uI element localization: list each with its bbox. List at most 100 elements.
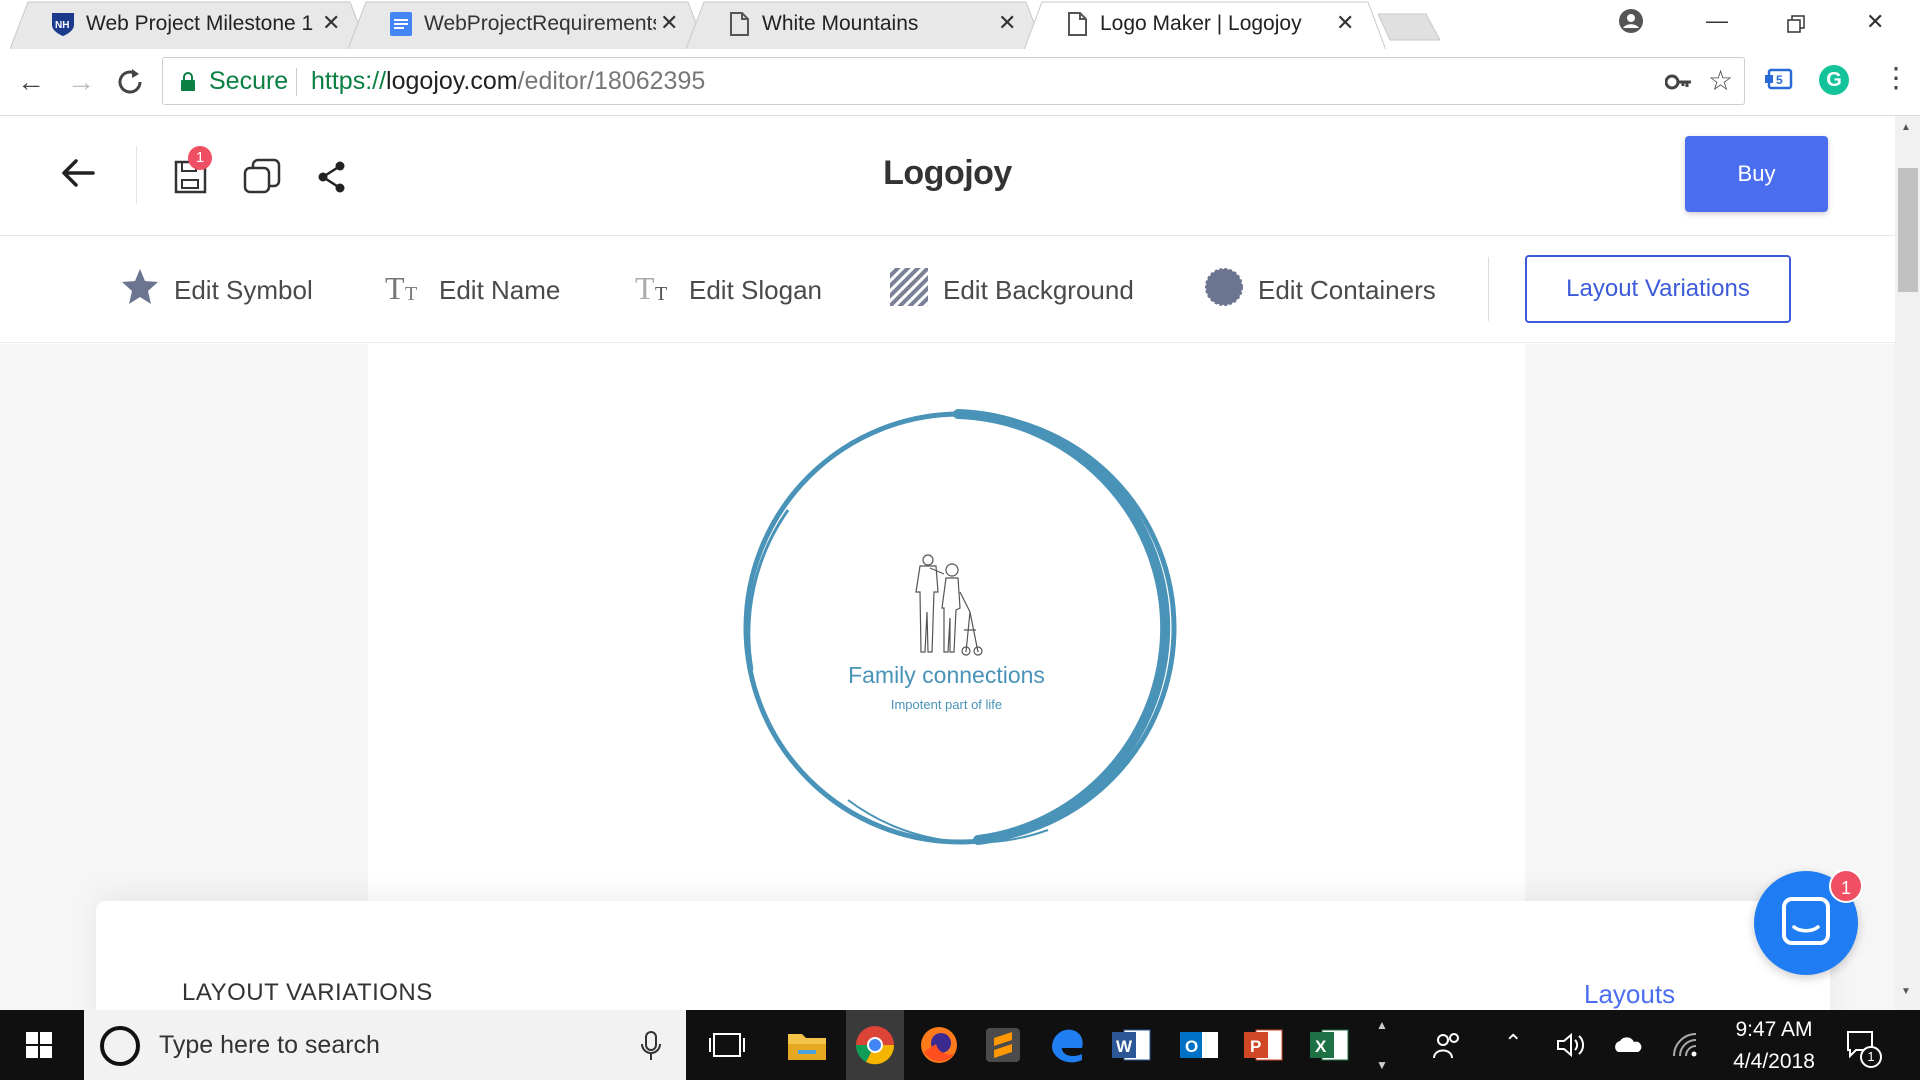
svg-text:X: X [1315, 1037, 1327, 1056]
excel-icon[interactable]: X [1306, 1022, 1352, 1068]
volume-icon[interactable] [1556, 1032, 1586, 1063]
svg-text:T: T [635, 271, 655, 303]
tab-title: Web Project Milestone 1 [86, 12, 314, 35]
tab-web-project-milestone[interactable]: NH Web Project Milestone 1 ✕ [10, 0, 368, 49]
chrome-menu-icon[interactable]: ⋮ [1882, 61, 1910, 94]
tab-close-icon[interactable]: ✕ [1336, 12, 1354, 34]
restore-icon[interactable] [1786, 14, 1806, 39]
tab-close-icon[interactable]: ✕ [322, 12, 340, 34]
search-placeholder: Type here to search [159, 1031, 380, 1059]
clock-date[interactable]: 4/4/2018 [1728, 1050, 1820, 1074]
edit-containers-label: Edit Containers [1258, 274, 1436, 305]
show-hidden-icons-icon[interactable]: ⌃ [1504, 1030, 1522, 1056]
tab-web-project-requirements[interactable]: WebProjectRequirements ✕ [348, 0, 706, 49]
text-size-icon: TT [385, 270, 425, 310]
lock-icon [179, 71, 197, 98]
chat-notification-badge: 1 [1829, 869, 1863, 903]
notification-count-badge: 1 [1860, 1046, 1882, 1068]
svg-text:O: O [1185, 1037, 1198, 1056]
star-icon [120, 267, 160, 314]
svg-text:5: 5 [1776, 73, 1783, 87]
people-icon[interactable] [1432, 1030, 1462, 1065]
firefox-icon[interactable] [916, 1022, 962, 1068]
onedrive-icon[interactable] [1612, 1034, 1642, 1059]
extension-icon[interactable]: 5 [1764, 66, 1794, 99]
taskbar-scroll-down-icon[interactable]: ▼ [1376, 1058, 1388, 1072]
tab-close-icon[interactable]: ✕ [998, 12, 1016, 34]
url-scheme: https:// [311, 67, 387, 95]
omnibox-divider [296, 68, 297, 96]
panel-title: LAYOUT VARIATIONS [182, 979, 433, 1006]
edit-containers-button[interactable]: Edit Containers [1204, 267, 1436, 314]
cortana-icon [100, 1026, 140, 1066]
edit-symbol-button[interactable]: Edit Symbol [120, 267, 313, 314]
scroll-down-icon[interactable]: ▼ [1901, 986, 1911, 997]
chrome-icon[interactable] [852, 1022, 898, 1068]
edit-background-button[interactable]: Edit Background [889, 267, 1134, 314]
tab-title: White Mountains [762, 12, 919, 35]
document-icon [726, 11, 752, 37]
svg-text:W: W [1116, 1037, 1133, 1056]
task-view-icon[interactable] [704, 1022, 750, 1068]
url-text[interactable]: https://logojoy.com/editor/18062395 [311, 67, 705, 96]
tab-close-icon[interactable]: ✕ [660, 12, 678, 34]
google-docs-icon [388, 11, 414, 37]
profile-icon[interactable] [1618, 8, 1644, 39]
key-icon[interactable] [1664, 70, 1693, 99]
reload-icon[interactable] [114, 66, 146, 103]
edit-toolbar: Edit Symbol TT Edit Name TT Edit Slogan … [0, 237, 1895, 343]
edit-background-label: Edit Background [943, 274, 1134, 305]
logo-slogan[interactable]: Impotent part of life [368, 697, 1525, 712]
svg-text:NH: NH [55, 20, 69, 31]
scroll-up-icon[interactable]: ▲ [1901, 122, 1911, 133]
edit-name-label: Edit Name [439, 274, 561, 305]
secure-label: Secure [209, 67, 289, 95]
grammarly-icon[interactable]: G [1819, 65, 1849, 95]
edit-slogan-button[interactable]: TT Edit Slogan [635, 269, 822, 311]
clock-time[interactable]: 9:47 AM [1728, 1018, 1820, 1042]
layouts-tab-link[interactable]: Layouts [1584, 979, 1675, 1010]
url-host: logojoy.com [386, 67, 518, 95]
browser-toolbar: ← → Secure https://logojoy.com/editor/18… [0, 49, 1920, 116]
badge-shape-icon [1204, 267, 1244, 314]
edge-icon[interactable] [1044, 1022, 1090, 1068]
taskbar-search-box[interactable]: Type here to search [84, 1010, 686, 1080]
outlook-icon[interactable]: O [1176, 1022, 1222, 1068]
address-bar[interactable]: Secure https://logojoy.com/editor/180623… [162, 57, 1745, 105]
logo-canvas[interactable]: Family connections Impotent part of life [368, 344, 1525, 904]
windows-start-icon[interactable] [26, 1032, 52, 1063]
windows-taskbar: Type here to search W O P X ▲ ▼ ⌃ 9:47 A… [0, 1010, 1920, 1080]
logo-company-name[interactable]: Family connections [368, 662, 1525, 689]
word-icon[interactable]: W [1108, 1022, 1154, 1068]
svg-text:T: T [405, 283, 417, 303]
document-icon [1064, 11, 1090, 37]
new-tab-button[interactable] [1377, 12, 1441, 42]
minimize-icon[interactable]: — [1706, 8, 1728, 34]
buy-button[interactable]: Buy [1685, 136, 1828, 212]
file-explorer-icon[interactable] [784, 1022, 830, 1068]
layout-variations-button[interactable]: Layout Variations [1525, 255, 1791, 323]
scrollbar-thumb[interactable] [1898, 168, 1918, 292]
powerpoint-icon[interactable]: P [1240, 1022, 1286, 1068]
tab-title: Logo Maker | Logojoy [1100, 12, 1302, 35]
editor-header: 1 Logojoy Buy [0, 116, 1895, 236]
text-size-icon: TT [635, 270, 675, 310]
tab-title: WebProjectRequirements [424, 12, 656, 35]
svg-text:T: T [385, 271, 405, 303]
sublime-text-icon[interactable] [980, 1022, 1026, 1068]
wifi-icon[interactable] [1672, 1032, 1700, 1063]
stripes-icon [889, 267, 929, 314]
taskbar-scroll-up-icon[interactable]: ▲ [1376, 1018, 1388, 1032]
toolbar-divider [1488, 257, 1489, 321]
edit-symbol-label: Edit Symbol [174, 274, 313, 305]
tab-white-mountains[interactable]: White Mountains ✕ [686, 0, 1044, 49]
tab-logo-maker-active[interactable]: Logo Maker | Logojoy ✕ [1024, 0, 1386, 50]
forward-icon[interactable]: → [62, 63, 100, 101]
url-path: /editor/18062395 [517, 67, 706, 95]
close-window-icon[interactable]: ✕ [1866, 9, 1884, 35]
microphone-icon[interactable] [640, 1030, 662, 1067]
family-illustration-icon [908, 552, 988, 661]
bookmark-star-icon[interactable]: ☆ [1708, 64, 1733, 97]
back-icon[interactable]: ← [12, 63, 50, 101]
edit-name-button[interactable]: TT Edit Name [385, 269, 560, 311]
